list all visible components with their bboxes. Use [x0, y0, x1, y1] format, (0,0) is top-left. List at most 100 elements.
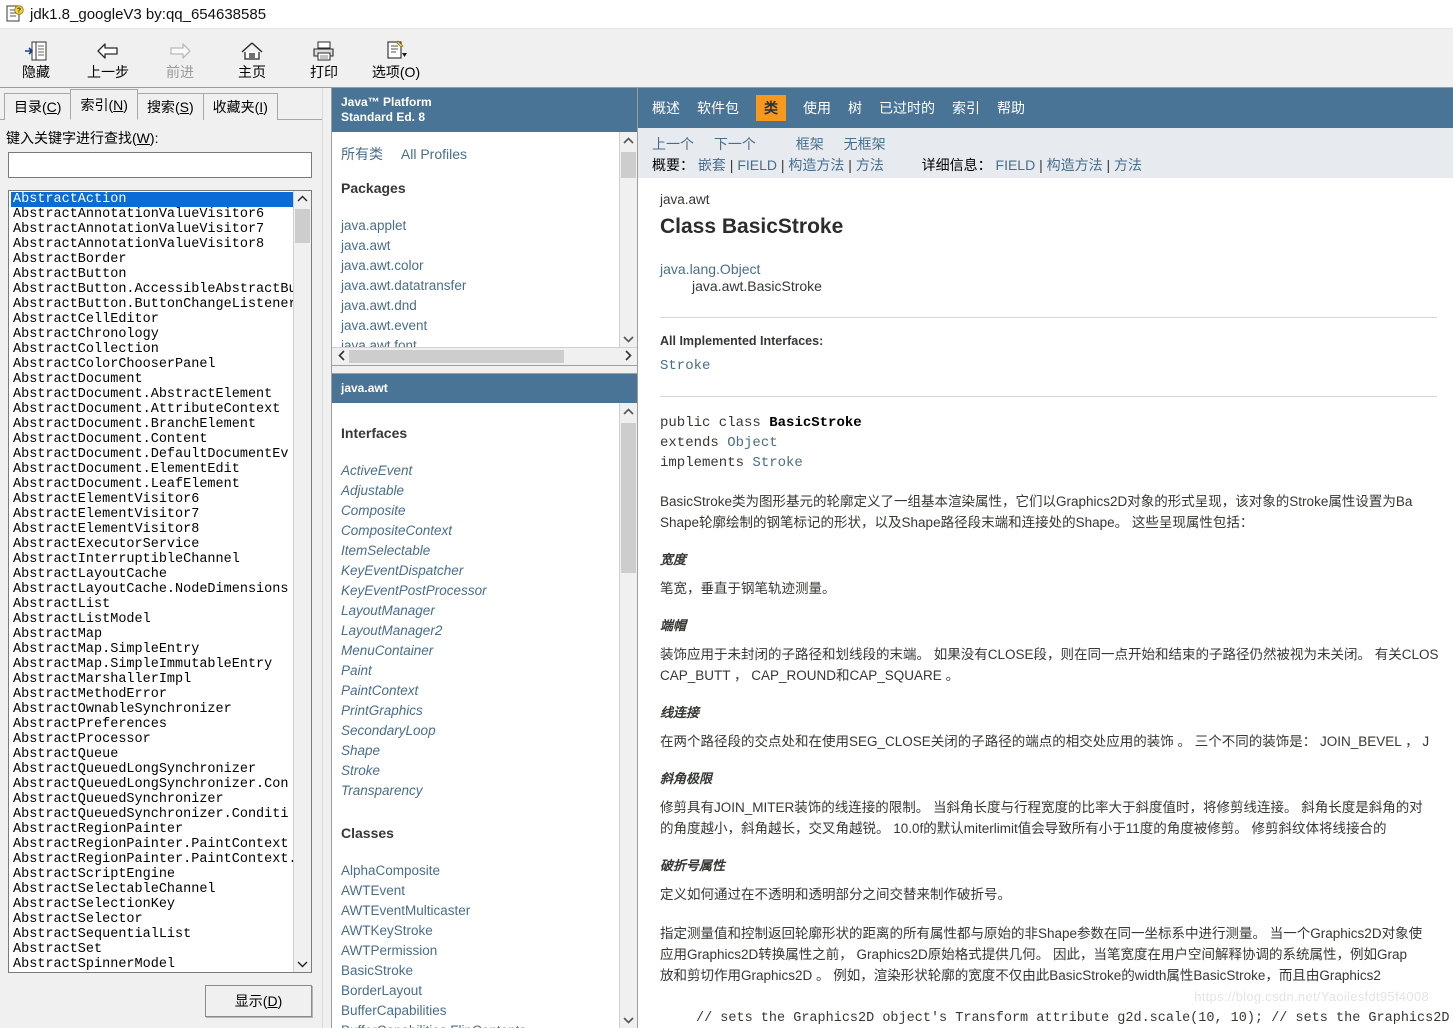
index-list-item[interactable]: AbstractMap — [11, 627, 293, 642]
index-list-item[interactable]: AbstractSelectableChannel — [11, 882, 293, 897]
nav-frames[interactable]: 框架 — [796, 136, 824, 152]
keyword-input-wrapper[interactable] — [8, 152, 312, 178]
detail-field[interactable]: FIELD — [996, 157, 1036, 173]
index-list-item[interactable]: AbstractProcessor — [11, 732, 293, 747]
index-list-item[interactable]: AbstractElementVisitor6 — [11, 492, 293, 507]
summary-constructor[interactable]: 构造方法 — [788, 157, 844, 173]
implemented-interfaces-value[interactable]: Stroke — [660, 358, 1453, 374]
package-link[interactable]: java.awt.font — [341, 336, 619, 347]
interface-link[interactable]: LayoutManager — [341, 601, 619, 621]
index-list-item[interactable]: AbstractList — [11, 597, 293, 612]
index-list-item[interactable]: AbstractSet — [11, 942, 293, 957]
chevron-up-icon[interactable] — [620, 403, 637, 420]
interface-link[interactable]: KeyEventDispatcher — [341, 561, 619, 581]
tab-favorites[interactable]: 收藏夹(I) — [202, 93, 278, 120]
class-link[interactable]: BufferCapabilities — [341, 1001, 619, 1021]
show-button[interactable]: 显示(D) — [205, 984, 312, 1017]
index-list-item[interactable]: AbstractListModel — [11, 612, 293, 627]
index-list-item[interactable]: AbstractQueue — [11, 747, 293, 762]
summary-method[interactable]: 方法 — [856, 157, 884, 173]
scrollbar-thumb[interactable] — [295, 208, 310, 243]
class-link[interactable]: AWTEvent — [341, 881, 619, 901]
index-list-item[interactable]: AbstractDocument.LeafElement — [11, 477, 293, 492]
index-list-item[interactable]: AbstractAnnotationValueVisitor6 — [11, 207, 293, 222]
package-link[interactable]: java.awt.datatransfer — [341, 276, 619, 296]
class-link[interactable]: BasicStroke — [341, 961, 619, 981]
summary-field[interactable]: FIELD — [737, 157, 777, 173]
interface-link[interactable]: MenuContainer — [341, 641, 619, 661]
index-list-item[interactable]: AbstractInterruptibleChannel — [11, 552, 293, 567]
toolbar-button-hide[interactable]: 隐藏 — [0, 29, 72, 87]
index-list-item[interactable]: AbstractChronology — [11, 327, 293, 342]
index-list-item[interactable]: AbstractRegionPainter.PaintContext. — [11, 852, 293, 867]
interface-link[interactable]: Shape — [341, 741, 619, 761]
packages-frame-hscrollbar[interactable] — [332, 347, 637, 365]
doc-nav-item[interactable]: 索引 — [952, 98, 980, 118]
index-list[interactable]: AbstractAction AbstractAnnotationValueVis… — [9, 191, 293, 972]
index-list-item[interactable]: AbstractAnnotationValueVisitor7 — [11, 222, 293, 237]
index-list-item[interactable]: AbstractExecutorService — [11, 537, 293, 552]
index-list-item[interactable]: AbstractSelector — [11, 912, 293, 927]
interface-link[interactable]: PrintGraphics — [341, 701, 619, 721]
detail-constructor[interactable]: 构造方法 — [1047, 157, 1103, 173]
index-list-item[interactable]: AbstractRegionPainter.PaintContext — [11, 837, 293, 852]
index-list-item[interactable]: AbstractSpinnerModel — [11, 957, 293, 972]
pane-splitter-left[interactable] — [322, 88, 332, 1028]
package-link[interactable]: java.awt — [341, 236, 619, 256]
index-list-item[interactable]: AbstractQueuedSynchronizer.Conditi — [11, 807, 293, 822]
interface-link[interactable]: Paint — [341, 661, 619, 681]
class-link[interactable]: BufferCapabilities.FlipContents — [341, 1021, 619, 1028]
signature-interface[interactable]: Stroke — [752, 455, 802, 471]
index-list-item[interactable]: AbstractMap.SimpleImmutableEntry — [11, 657, 293, 672]
index-list-item[interactable]: AbstractQueuedLongSynchronizer — [11, 762, 293, 777]
doc-nav-item[interactable]: 概述 — [652, 98, 680, 118]
index-list-item[interactable]: AbstractDocument.AbstractElement — [11, 387, 293, 402]
interface-link[interactable]: PaintContext — [341, 681, 619, 701]
index-list-item[interactable]: AbstractPreferences — [11, 717, 293, 732]
package-link[interactable]: java.awt.event — [341, 316, 619, 336]
package-link[interactable]: java.awt.color — [341, 256, 619, 276]
index-list-item[interactable]: AbstractCellEditor — [11, 312, 293, 327]
chevron-down-icon[interactable] — [620, 1011, 637, 1028]
index-list-item[interactable]: AbstractAction — [11, 191, 293, 207]
index-list-item[interactable]: AbstractElementVisitor7 — [11, 507, 293, 522]
chevron-down-icon[interactable] — [294, 955, 311, 972]
class-link[interactable]: AWTKeyStroke — [341, 921, 619, 941]
index-list-item[interactable]: AbstractBorder — [11, 252, 293, 267]
index-list-item[interactable]: AbstractRegionPainter — [11, 822, 293, 837]
index-list-item[interactable]: AbstractDocument.AttributeContext — [11, 402, 293, 417]
scrollbar-thumb[interactable] — [621, 152, 636, 178]
doc-nav-item[interactable]: 软件包 — [697, 98, 739, 118]
index-list-item[interactable]: AbstractDocument — [11, 372, 293, 387]
chevron-left-icon[interactable] — [334, 349, 349, 364]
package-link[interactable]: java.applet — [341, 216, 619, 236]
keyword-input[interactable] — [9, 153, 311, 177]
doc-nav-item[interactable]: 已过时的 — [879, 98, 935, 118]
class-link[interactable]: AlphaComposite — [341, 861, 619, 881]
index-list-item[interactable]: AbstractMap.SimpleEntry — [11, 642, 293, 657]
index-list-item[interactable]: AbstractDocument.BranchElement — [11, 417, 293, 432]
index-list-item[interactable]: AbstractElementVisitor8 — [11, 522, 293, 537]
doc-nav-item[interactable]: 帮助 — [997, 98, 1025, 118]
index-list-item[interactable]: AbstractAnnotationValueVisitor8 — [11, 237, 293, 252]
index-list-item[interactable]: AbstractDocument.Content — [11, 432, 293, 447]
interface-link[interactable]: Transparency — [341, 781, 619, 801]
index-list-item[interactable]: AbstractDocument.ElementEdit — [11, 462, 293, 477]
inheritance-parent[interactable]: java.lang.Object — [660, 261, 760, 277]
index-list-item[interactable]: AbstractLayoutCache.NodeDimensions — [11, 582, 293, 597]
chevron-right-icon[interactable] — [620, 349, 635, 364]
interface-link[interactable]: Composite — [341, 501, 619, 521]
package-link[interactable]: java.awt.dnd — [341, 296, 619, 316]
index-list-item[interactable]: AbstractButton.ButtonChangeListener — [11, 297, 293, 312]
packages-frame-scrollbar[interactable] — [619, 132, 637, 347]
index-list-item[interactable]: AbstractButton — [11, 267, 293, 282]
index-list-item[interactable]: AbstractColorChooserPanel — [11, 357, 293, 372]
interface-link[interactable]: Adjustable — [341, 481, 619, 501]
tab-search[interactable]: 搜索(S) — [136, 93, 204, 120]
index-list-item[interactable]: AbstractSequentialList — [11, 927, 293, 942]
index-list-item[interactable]: AbstractMarshallerImpl — [11, 672, 293, 687]
doc-nav-item[interactable]: 使用 — [803, 98, 831, 118]
nav-next-class[interactable]: 下一个 — [714, 136, 756, 152]
index-list-item[interactable]: AbstractCollection — [11, 342, 293, 357]
doc-nav-item[interactable]: 类 — [756, 95, 786, 121]
